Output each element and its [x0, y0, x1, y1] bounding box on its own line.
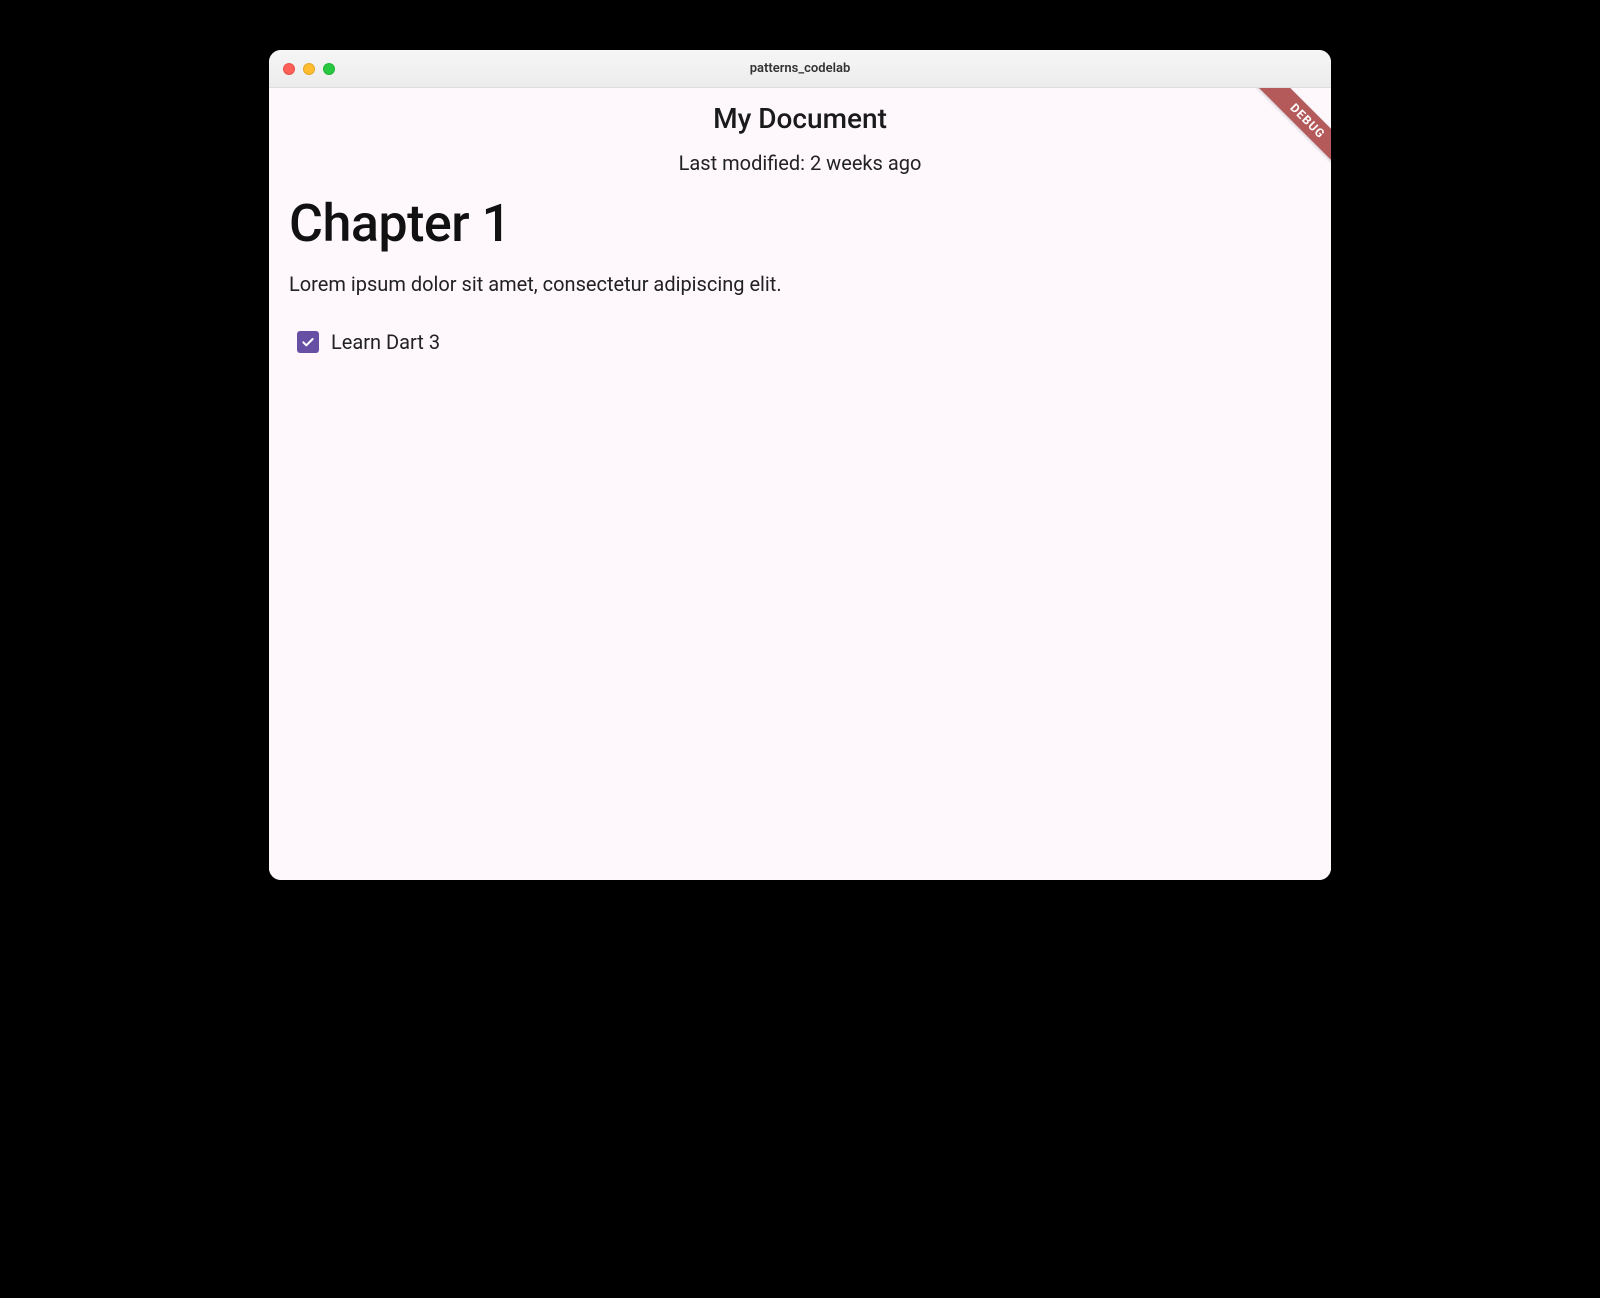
page-title: My Document: [269, 102, 1331, 135]
app-body: DEBUG My Document Last modified: 2 weeks…: [269, 88, 1331, 880]
traffic-lights: [269, 63, 335, 75]
window-title: patterns_codelab: [269, 61, 1331, 76]
app-window: patterns_codelab DEBUG My Document Last …: [269, 50, 1331, 880]
minimize-button[interactable]: [303, 63, 315, 75]
checkbox-input[interactable]: [297, 331, 319, 353]
close-button[interactable]: [283, 63, 295, 75]
last-modified-text: Last modified: 2 weeks ago: [269, 151, 1331, 175]
checkbox-list-item[interactable]: Learn Dart 3: [289, 330, 1311, 354]
content-area: Chapter 1 Lorem ipsum dolor sit amet, co…: [269, 175, 1331, 354]
check-icon: [300, 334, 316, 350]
titlebar[interactable]: patterns_codelab: [269, 50, 1331, 88]
checkbox-label: Learn Dart 3: [331, 330, 440, 354]
heading-chapter: Chapter 1: [289, 193, 1311, 254]
maximize-button[interactable]: [323, 63, 335, 75]
appbar: My Document: [269, 88, 1331, 135]
paragraph-text: Lorem ipsum dolor sit amet, consectetur …: [289, 272, 1311, 296]
